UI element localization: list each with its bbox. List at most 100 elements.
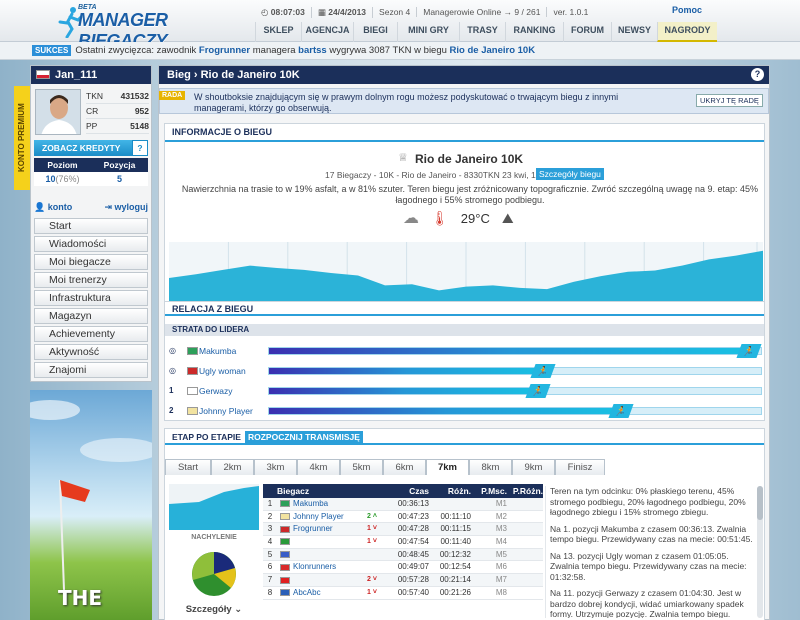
race-details-button[interactable]: Szczegóły biegu xyxy=(536,168,604,180)
tab-finisz[interactable]: Finisz xyxy=(555,459,605,475)
runner-rank-icon: 2 xyxy=(169,406,174,415)
ticker-text-3: wygrywa 3087 TKN w biegu xyxy=(329,45,447,56)
table-row[interactable]: 1 Makumba 00:36:13 M1 xyxy=(263,498,543,511)
menu-moi-biegacze[interactable]: Moi biegacze xyxy=(34,254,148,270)
nav-sklep[interactable]: SKLEP xyxy=(255,22,301,42)
logout-link[interactable]: ⇥ wyloguj xyxy=(104,202,148,213)
tab-6km[interactable]: 6km xyxy=(383,459,426,475)
main-nav: SKLEP AGENCJA BIEGI MINI GRY TRASY RANKI… xyxy=(255,22,717,42)
menu-magazyn[interactable]: Magazyn xyxy=(34,308,148,324)
nav-newsy[interactable]: NEWSY xyxy=(611,22,657,42)
logo[interactable]: BETA MANAGER BIEGACZY xyxy=(58,4,220,51)
nav-trasy[interactable]: TRASY xyxy=(459,22,505,42)
menu-infrastruktura[interactable]: Infrastruktura xyxy=(34,290,148,306)
table-row[interactable]: 6 Klonrunners 00:49:07 00:12:54 M6 xyxy=(263,561,543,575)
nav-forum[interactable]: FORUM xyxy=(563,22,611,42)
race-report-section: RELACJA Z BIEGU STRATA DO LIDERA ◎ Makum… xyxy=(164,301,765,421)
flag-icon xyxy=(280,576,290,584)
help-link[interactable]: Pomoc xyxy=(672,5,702,15)
stage-header: ETAP PO ETAPIE ROZPOCZNIJ TRANSMISJĘ xyxy=(165,429,764,445)
stage-tabs: Start 2km 3km 4km 5km 6km 7km 8km 9km Fi… xyxy=(165,459,605,475)
flag-icon xyxy=(280,589,290,597)
runner-flag-icon xyxy=(187,367,198,375)
table-body: 1 Makumba 00:36:13 M1 2 Johnny Player 2 ˄ 00:4… xyxy=(263,498,543,600)
ad-banner[interactable]: THE xyxy=(30,390,152,620)
side-menu: Start Wiadomości Moi biegacze Moi trener… xyxy=(34,218,148,380)
runner-name[interactable]: Gerwazy xyxy=(199,386,233,396)
online-count[interactable]: Managerowie Online → 9 / 261 xyxy=(417,7,548,17)
ticker-race-link[interactable]: Rio de Janeiro 10K xyxy=(450,45,536,56)
runner-marker-icon: 🏃 xyxy=(525,384,551,398)
table-row[interactable]: 8 AbcAbc 1 ˅ 00:57:40 00:21:26 M8 xyxy=(263,587,543,600)
progress-track: 🏃 xyxy=(268,404,762,418)
hide-tip-button[interactable]: UKRYJ TĘ RADĘ xyxy=(696,94,763,107)
poland-flag-icon xyxy=(36,70,50,79)
nav-mini-gry[interactable]: MINI GRY xyxy=(397,22,459,42)
premium-ribbon: KONTO PREMIUM xyxy=(14,86,30,190)
tab-3km[interactable]: 3km xyxy=(254,459,297,475)
runner-rank-icon: ◎ xyxy=(169,346,176,355)
runner-marker-icon: 🏃 xyxy=(529,364,556,378)
table-row[interactable]: 41 ˅ 00:47:54 00:11:40 M4 xyxy=(263,536,543,549)
runner-flag-icon xyxy=(187,387,198,395)
table-row[interactable]: 2 Johnny Player 2 ˄ 00:47:23 00:11:10 M2 xyxy=(263,511,543,524)
runner-rank-icon: ◎ xyxy=(169,366,176,375)
runner-rank-icon: 1 xyxy=(169,386,174,395)
details-link[interactable]: Szczegóły ⌄ xyxy=(169,604,259,615)
stat-cr: CR 952 xyxy=(86,104,149,119)
runner-name[interactable]: Johnny Player xyxy=(199,406,253,416)
table-row[interactable]: 3 Frogrunner 1 ˅ 00:47:28 00:11:15 M3 xyxy=(263,523,543,537)
nav-agencja[interactable]: AGENCJA xyxy=(301,22,353,42)
credits-help-button[interactable]: ? xyxy=(132,140,148,156)
flag-icon xyxy=(280,525,290,533)
nav-nagrody[interactable]: NAGRODY xyxy=(657,22,717,42)
runner-progress-row[interactable]: 2 Johnny Player 🏃 xyxy=(165,402,764,420)
start-broadcast-button[interactable]: ROZPOCZNIJ TRANSMISJĘ xyxy=(244,431,363,443)
progress-fill xyxy=(269,388,540,394)
position-header: Pozycja xyxy=(103,160,136,170)
news-ticker: SUKCES Ostatni zwycięzca: zawodnik Frogr… xyxy=(0,42,800,60)
tab-4km[interactable]: 4km xyxy=(297,459,340,475)
nav-biegi[interactable]: BIEGI xyxy=(353,22,397,42)
success-badge: SUKCES xyxy=(32,45,72,56)
tab-5km[interactable]: 5km xyxy=(340,459,383,475)
menu-aktywnosc[interactable]: Aktywność xyxy=(34,344,148,360)
menu-start[interactable]: Start xyxy=(34,218,148,234)
stat-tkn: TKN 431532 xyxy=(86,89,149,104)
progress-fill xyxy=(269,348,752,354)
runner-progress-row[interactable]: 1 Gerwazy 🏃 xyxy=(165,382,764,400)
table-row[interactable]: 72 ˅ 00:57:28 00:21:14 M7 xyxy=(263,574,543,587)
person-icon: 👤 xyxy=(34,202,46,212)
commentary-scrollbar[interactable] xyxy=(757,486,763,618)
race-description: Nawierzchnia na trasie to w 19% asfalt, … xyxy=(181,184,759,205)
ticker-runner-link[interactable]: Frogrunner xyxy=(199,45,250,56)
level-table: Poziom Pozycja 10(76%) 5 xyxy=(34,158,148,186)
runner-progress-row[interactable]: ◎ Ugly woman 🏃 xyxy=(165,362,764,380)
version: ver. 1.0.1 xyxy=(553,7,589,17)
see-credits-button[interactable]: ZOBACZ KREDYTY ? xyxy=(34,140,148,156)
ticker-text-2: managera xyxy=(252,45,296,56)
nav-ranking[interactable]: RANKING xyxy=(505,22,563,42)
tab-start[interactable]: Start xyxy=(165,459,211,475)
help-icon[interactable]: ? xyxy=(751,68,764,81)
tab-7km[interactable]: 7km xyxy=(426,459,469,475)
tab-8km[interactable]: 8km xyxy=(469,459,512,475)
ticker-manager-link[interactable]: bartss xyxy=(298,45,327,56)
runner-name[interactable]: Ugly woman xyxy=(199,366,246,376)
table-row[interactable]: 5 00:48:45 00:12:32 M5 xyxy=(263,548,543,562)
menu-moi-trenerzy[interactable]: Moi trenerzy xyxy=(34,272,148,288)
stat-pp: PP 5148 xyxy=(86,119,149,134)
menu-achievementy[interactable]: Achievementy xyxy=(34,326,148,342)
runner-name[interactable]: Makumba xyxy=(199,346,236,356)
race-breadcrumb: Bieg › Rio de Janeiro 10K xyxy=(159,66,769,84)
tab-2km[interactable]: 2km xyxy=(211,459,254,475)
runner-progress-row[interactable]: ◎ Makumba 🏃 xyxy=(165,342,764,360)
flag-icon xyxy=(280,538,290,546)
account-link[interactable]: 👤 konto xyxy=(34,202,72,213)
avatar[interactable] xyxy=(35,89,81,135)
scrollbar-thumb[interactable] xyxy=(757,486,763,520)
menu-wiadomosci[interactable]: Wiadomości xyxy=(34,236,148,252)
flag-icon xyxy=(280,513,290,521)
menu-znajomi[interactable]: Znajomi xyxy=(34,362,148,378)
tab-9km[interactable]: 9km xyxy=(512,459,555,475)
